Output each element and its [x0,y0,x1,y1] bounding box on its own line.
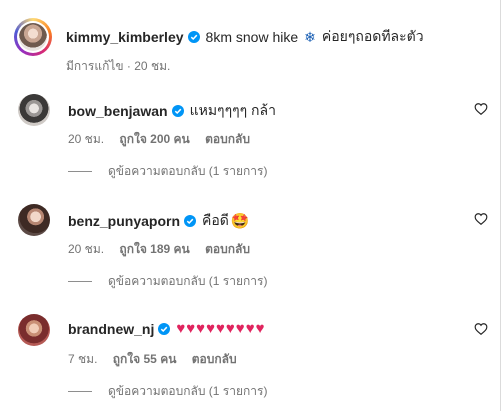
view-replies-label: ดูข้อความตอบกลับ (1 รายการ) [108,384,268,398]
comment-text: แหมๆๆๆๆ กล้า [189,102,276,118]
comment-item: bow_benjawan แหมๆๆๆๆ กล้า 20 ชม. ถูกใจ 2… [14,94,494,194]
comment-username[interactable]: bow_benjawan [68,103,168,119]
verified-badge-icon [184,215,197,227]
comment-item: brandnew_nj ♥♥♥♥♥♥♥♥♥ 7 ชม. ถูกใจ 55 คน … [14,314,494,414]
reply-button[interactable]: ตอบกลับ [205,132,250,146]
comment-username[interactable]: brandnew_nj [68,321,154,337]
heart-outline-icon[interactable] [474,102,488,116]
comment-time[interactable]: 20 ชม. [68,132,104,146]
view-replies-label: ดูข้อความตอบกลับ (1 รายการ) [108,274,268,288]
comment-text: คือดี [202,212,229,228]
caption-line: kimmy_kimberley 8km snow hike ❄ ค่อยๆถอด… [66,26,424,48]
verified-badge-icon [158,322,171,335]
verified-badge-icon [171,105,184,117]
author-avatar[interactable] [14,18,52,56]
caption-username[interactable]: kimmy_kimberley [66,29,184,45]
reply-button[interactable]: ตอบกลับ [205,242,250,256]
view-replies-button[interactable]: ดูข้อความตอบกลับ (1 รายการ) [68,272,267,291]
comment-line: bow_benjawan แหมๆๆๆๆ กล้า [68,100,276,122]
comment-meta: 20 ชม. ถูกใจ 189 คน ตอบกลับ [68,240,262,259]
comment-line: benz_punyaporn คือดี 🤩 [68,210,250,232]
avatar[interactable] [18,94,50,126]
replies-divider [68,281,92,282]
hearts-emoji-text: ♥♥♥♥♥♥♥♥♥ [176,320,266,337]
comment-username[interactable]: benz_punyaporn [68,213,180,229]
star-struck-emoji-icon: 🤩 [230,213,250,230]
verified-badge-icon [187,31,200,43]
comment-likes[interactable]: ถูกใจ 55 คน [113,352,177,366]
post-caption: kimmy_kimberley 8km snow hike ❄ ค่อยๆถอด… [14,12,484,82]
view-replies-button[interactable]: ดูข้อความตอบกลับ (1 รายการ) [68,162,267,181]
comment-likes[interactable]: ถูกใจ 189 คน [119,242,189,256]
view-replies-label: ดูข้อความตอบกลับ (1 รายการ) [108,164,268,178]
heart-outline-icon[interactable] [474,212,488,226]
reply-button[interactable]: ตอบกลับ [192,352,237,366]
snowflake-icon: ❄ [304,28,316,45]
caption-meta: มีการแก้ไข · 20 ชม. [66,59,171,73]
comment-meta: 7 ชม. ถูกใจ 55 คน ตอบกลับ [68,350,249,369]
replies-divider [68,171,92,172]
comment-likes[interactable]: ถูกใจ 200 คน [119,132,189,146]
heart-outline-icon[interactable] [474,322,488,336]
caption-text: 8km snow hike [205,29,299,45]
avatar[interactable] [18,314,50,346]
comment-meta: 20 ชม. ถูกใจ 200 คน ตอบกลับ [68,130,262,149]
comment-time[interactable]: 7 ชม. [68,352,97,366]
replies-divider [68,391,92,392]
comment-item: benz_punyaporn คือดี 🤩 20 ชม. ถูกใจ 189 … [14,204,494,304]
avatar[interactable] [18,204,50,236]
view-replies-button[interactable]: ดูข้อความตอบกลับ (1 รายการ) [68,382,267,401]
comment-time[interactable]: 20 ชม. [68,242,104,256]
comment-line: brandnew_nj ♥♥♥♥♥♥♥♥♥ [68,320,266,337]
caption-text-thai: ค่อยๆถอดทีละตัว [321,28,424,44]
